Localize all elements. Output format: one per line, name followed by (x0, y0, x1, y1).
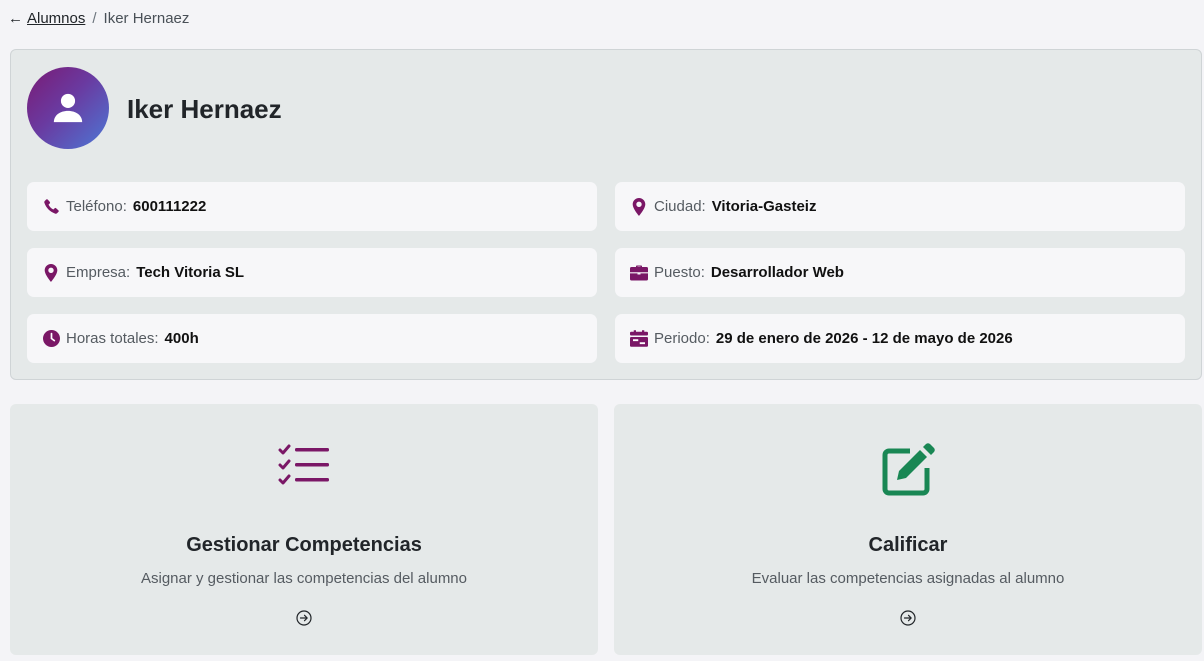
ciudad-value: Vitoria-Gasteiz (711, 198, 817, 215)
empresa-value: Tech Vitoria SL (136, 264, 245, 281)
clock-icon (42, 330, 60, 348)
gestionar-competencias-title: Gestionar Competencias (186, 534, 422, 556)
horas-label: Horas totales: (66, 330, 159, 347)
periodo-label: Periodo: (654, 330, 710, 347)
arrow-circle-right-icon[interactable] (296, 610, 312, 626)
breadcrumb-current: Iker Hernaez (103, 10, 190, 27)
back-arrow-icon[interactable]: ← (8, 10, 23, 27)
info-periodo: Periodo: 29 de enero de 2026 - 12 de may… (615, 314, 1185, 363)
info-telefono: Teléfono: 600111222 (27, 182, 597, 231)
student-name: Iker Hernaez (127, 94, 282, 124)
periodo-value: 29 de enero de 2026 - 12 de mayo de 2026 (715, 330, 1013, 347)
puesto-label: Puesto: (654, 264, 705, 281)
calificar-description: Evaluar las competencias asignadas al al… (751, 570, 1065, 587)
map-marker-icon (42, 263, 60, 282)
telefono-label: Teléfono: (66, 198, 127, 215)
info-ciudad: Ciudad: Vitoria-Gasteiz (615, 182, 1185, 231)
breadcrumb-separator: / (92, 10, 97, 27)
info-empresa: Empresa: Tech Vitoria SL (27, 248, 597, 297)
info-horas: Horas totales: 400h (27, 314, 597, 363)
calificar-card[interactable]: Calificar Evaluar las competencias asign… (614, 404, 1202, 655)
map-marker-icon (630, 197, 648, 216)
gestionar-competencias-description: Asignar y gestionar las competencias del… (140, 570, 467, 587)
empresa-label: Empresa: (66, 264, 131, 281)
gestionar-competencias-card[interactable]: Gestionar Competencias Asignar y gestion… (10, 404, 598, 655)
horas-value: 400h (164, 330, 199, 347)
checklist-icon (278, 444, 329, 485)
calificar-title: Calificar (868, 534, 948, 556)
calendar-icon (630, 330, 648, 348)
user-icon (53, 93, 83, 123)
info-puesto: Puesto: Desarrollador Web (615, 248, 1185, 297)
telefono-value: 600111222 (132, 198, 207, 215)
ciudad-label: Ciudad: (654, 198, 706, 215)
breadcrumb-link-alumnos[interactable]: Alumnos (27, 10, 85, 27)
phone-icon (42, 198, 60, 216)
breadcrumb: ← Alumnos / Iker Hernaez (8, 10, 189, 27)
edit-icon (882, 443, 935, 496)
avatar (27, 67, 109, 149)
arrow-circle-right-icon[interactable] (900, 610, 916, 626)
student-profile-card: Iker Hernaez Teléfono: 600111222 Ciudad:… (10, 49, 1202, 380)
puesto-value: Desarrollador Web (710, 264, 844, 281)
briefcase-icon (630, 264, 648, 282)
